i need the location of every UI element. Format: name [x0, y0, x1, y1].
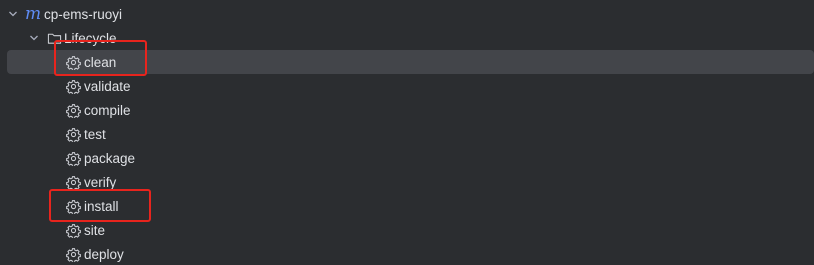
- goal-label: deploy: [84, 246, 124, 262]
- goal-label: clean: [84, 54, 117, 70]
- maven-tool-window-tree: m cp-ems-ruoyi Lifecycle clean validate …: [0, 0, 814, 265]
- folder-icon: [46, 30, 62, 46]
- goal-label: test: [84, 126, 106, 142]
- chevron-down-icon[interactable]: [6, 7, 20, 21]
- gear-icon: [65, 102, 81, 118]
- tree-row-goal-validate[interactable]: validate: [0, 74, 814, 98]
- chevron-down-icon[interactable]: [27, 31, 41, 45]
- goal-label: compile: [84, 102, 131, 118]
- tree-row-goal-verify[interactable]: verify: [0, 170, 814, 194]
- tree-row-goal-package[interactable]: package: [0, 146, 814, 170]
- gear-icon: [65, 78, 81, 94]
- gear-icon: [65, 174, 81, 190]
- tree-row-goal-site[interactable]: site: [0, 218, 814, 242]
- maven-m-icon: m: [25, 3, 42, 24]
- gear-icon: [65, 150, 81, 166]
- goal-label: verify: [84, 174, 117, 190]
- gear-icon: [65, 126, 81, 142]
- gear-icon: [65, 222, 81, 238]
- gear-icon: [65, 54, 81, 70]
- tree-row-lifecycle[interactable]: Lifecycle: [0, 26, 814, 50]
- gear-icon: [65, 198, 81, 214]
- gear-icon: [65, 246, 81, 262]
- goal-label: package: [84, 150, 136, 166]
- tree-row-goal-install[interactable]: install: [0, 194, 814, 218]
- project-name: cp-ems-ruoyi: [44, 6, 123, 22]
- goal-label: install: [84, 198, 119, 214]
- goal-label: site: [84, 222, 106, 238]
- lifecycle-label: Lifecycle: [64, 30, 117, 46]
- goal-label: validate: [84, 78, 131, 94]
- tree-row-project[interactable]: m cp-ems-ruoyi: [0, 2, 814, 26]
- tree-row-goal-deploy[interactable]: deploy: [0, 242, 814, 265]
- selection-highlight: [7, 50, 814, 74]
- tree-row-goal-clean[interactable]: clean: [0, 50, 814, 74]
- tree-row-goal-compile[interactable]: compile: [0, 98, 814, 122]
- tree-row-goal-test[interactable]: test: [0, 122, 814, 146]
